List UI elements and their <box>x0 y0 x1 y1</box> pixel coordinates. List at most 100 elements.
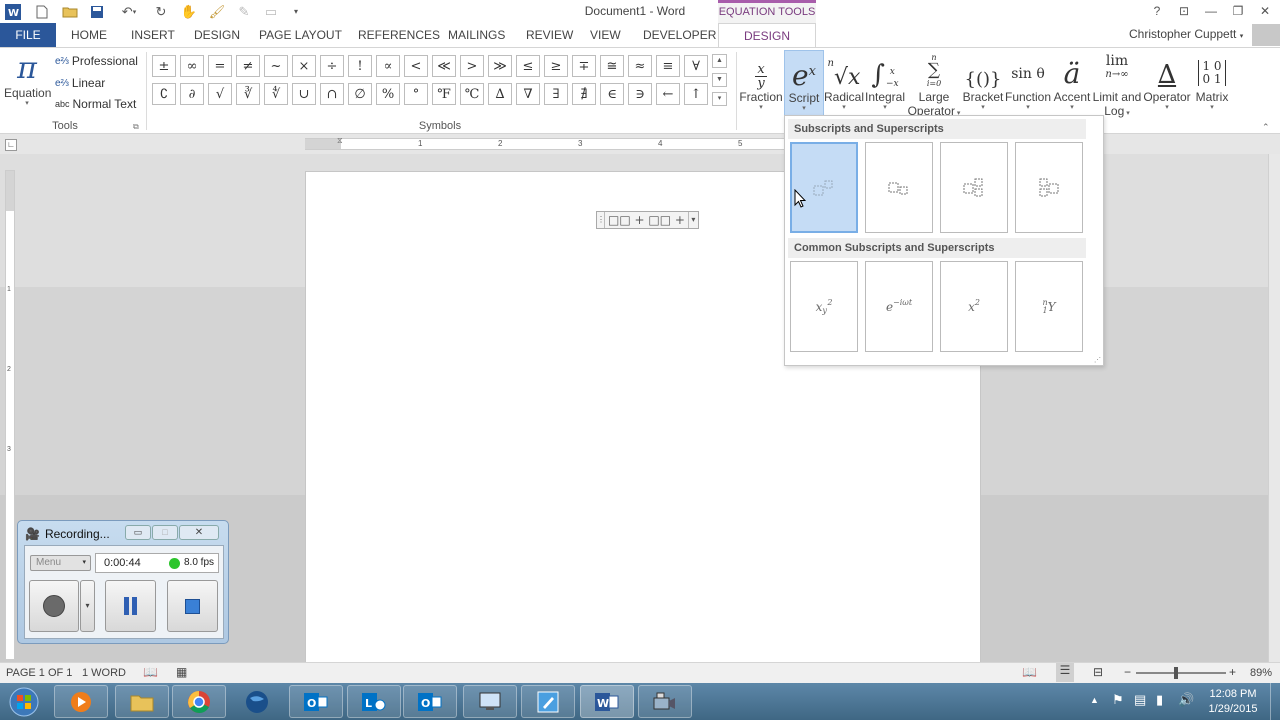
vertical-scrollbar[interactable] <box>1268 154 1280 662</box>
symbol-button[interactable]: ∋ <box>628 83 652 105</box>
format-painter-icon[interactable]: 🖌 <box>208 3 226 20</box>
restore-button[interactable]: ❐ <box>1226 2 1250 20</box>
gallery-item-left-subscript-superscript[interactable] <box>1015 142 1083 233</box>
symbol-button[interactable]: × <box>292 55 316 77</box>
recording-minimize-button[interactable]: ▭ <box>125 525 151 540</box>
macro-recording-icon[interactable]: ▦ <box>176 665 187 679</box>
symbol-button[interactable]: ≈ <box>628 55 652 77</box>
symbol-button[interactable]: ! <box>348 55 372 77</box>
user-account-name[interactable]: Christopher Cuppett ▾ <box>1129 27 1243 41</box>
vertical-ruler[interactable]: 1 2 3 <box>5 170 15 660</box>
symbol-button[interactable]: ≤ <box>516 55 540 77</box>
symbol-button[interactable]: ≡ <box>656 55 680 77</box>
symbol-button[interactable]: ↑ <box>684 83 708 105</box>
symbol-button[interactable]: √ <box>208 83 232 105</box>
tab-references[interactable]: REFERENCES <box>358 23 440 47</box>
gallery-item-superscript[interactable] <box>790 142 858 233</box>
tray-network-icon[interactable]: ▤ <box>1134 692 1146 708</box>
open-folder-icon[interactable] <box>61 3 79 20</box>
symbol-button[interactable]: ∆ <box>488 83 512 105</box>
symbol-button[interactable]: ≫ <box>488 55 512 77</box>
taskbar-media-player[interactable] <box>54 685 108 718</box>
recording-maximize-button[interactable]: □ <box>152 525 178 540</box>
gallery-item-x-sub-y-sup-2[interactable]: x2y <box>790 261 858 352</box>
bracket-button[interactable]: {()} Bracket ▾ <box>962 50 1004 112</box>
tab-insert[interactable]: INSERT <box>131 23 175 47</box>
page-count-status[interactable]: PAGE 1 OF 1 <box>6 667 72 679</box>
accent-button[interactable]: ä Accent ▾ <box>1052 50 1092 112</box>
symbol-button[interactable]: ∛ <box>236 83 260 105</box>
professional-button[interactable]: e⅔ Professional <box>55 54 138 68</box>
zoom-slider-thumb[interactable] <box>1173 667 1178 679</box>
symbol-button[interactable]: ∝ <box>376 55 400 77</box>
symbol-button[interactable]: ∃ <box>544 83 568 105</box>
recording-close-button[interactable]: ✕ <box>179 525 219 540</box>
gallery-item-subscript[interactable] <box>865 142 933 233</box>
taskbar-chrome[interactable] <box>172 685 226 718</box>
zoom-out-button[interactable]: − <box>1124 665 1131 679</box>
new-document-icon[interactable] <box>33 3 51 20</box>
tray-volume-icon[interactable]: 🔊 <box>1178 692 1194 708</box>
zoom-slider[interactable] <box>1136 667 1226 679</box>
dialog-launcher-icon[interactable]: ⧉ <box>133 122 139 132</box>
symbol-button[interactable]: ℉ <box>432 83 456 105</box>
symbol-button[interactable]: ∂ <box>180 83 204 105</box>
tab-mailings[interactable]: MAILINGS <box>448 23 505 47</box>
taskbar-globe-app[interactable] <box>230 685 284 718</box>
normal-text-button[interactable]: abc Normal Text <box>55 97 136 111</box>
integral-button[interactable]: ∫ x −x Integral ▾ <box>864 50 906 112</box>
symbol-button[interactable]: ≥ <box>544 55 568 77</box>
equation-button[interactable]: π Equation ▾ <box>4 50 51 108</box>
save-icon[interactable] <box>88 3 106 20</box>
symbol-button[interactable]: ∄ <box>572 83 596 105</box>
tab-file[interactable]: FILE <box>0 23 56 47</box>
tray-battery-icon[interactable]: ▮ <box>1156 692 1163 708</box>
symbol-button[interactable]: ° <box>404 83 428 105</box>
customize-toolbar-icon[interactable]: ▾ <box>287 3 305 20</box>
minimize-button[interactable]: — <box>1199 2 1223 20</box>
symbol-button[interactable]: ∪ <box>292 83 316 105</box>
symbol-button[interactable]: ∀ <box>684 55 708 77</box>
symbol-button[interactable]: ∜ <box>264 83 288 105</box>
record-button[interactable] <box>29 580 79 632</box>
pause-button[interactable] <box>105 580 156 632</box>
symbol-button[interactable]: ∅ <box>348 83 372 105</box>
gallery-item-subscript-superscript[interactable] <box>940 142 1008 233</box>
help-button[interactable]: ? <box>1145 2 1169 20</box>
symbol-button[interactable]: ← <box>656 83 680 105</box>
script-button[interactable]: ex Script ▾ <box>784 50 824 116</box>
taskbar-outlook-2[interactable]: O <box>403 685 457 718</box>
print-layout-icon[interactable]: ☰ <box>1056 663 1074 682</box>
symbol-button[interactable]: ± <box>152 55 176 77</box>
zoom-in-button[interactable]: + <box>1229 665 1236 679</box>
limit-and-log-button[interactable]: lim n→∞ Limit and Log ▾ <box>1092 50 1142 118</box>
close-button[interactable]: ✕ <box>1253 2 1277 20</box>
read-mode-icon[interactable]: 📖 <box>1022 665 1037 679</box>
symbol-button[interactable]: ∁ <box>152 83 176 105</box>
avatar[interactable] <box>1252 24 1280 46</box>
show-desktop-button[interactable] <box>1270 683 1280 720</box>
operator-button[interactable]: ∆ Operator ▾ <box>1142 50 1192 112</box>
equation-content[interactable]: □□ + □□ + <box>605 213 688 227</box>
word-count-status[interactable]: 1 WORD <box>82 667 126 679</box>
tab-page-layout[interactable]: PAGE LAYOUT <box>259 23 342 47</box>
stop-button[interactable] <box>167 580 218 632</box>
recording-menu-dropdown[interactable]: Menu ▾ <box>30 555 91 571</box>
recording-window[interactable]: 🎥 Recording... ▭ □ ✕ Menu ▾ 0:00:44 8.0 fp… <box>17 520 229 644</box>
symbol-button[interactable]: ∞ <box>180 55 204 77</box>
symbol-button[interactable]: = <box>208 55 232 77</box>
symbol-button[interactable]: ÷ <box>320 55 344 77</box>
taskbar-word[interactable]: W <box>580 685 634 718</box>
collapse-ribbon-icon[interactable]: ⌃ <box>1262 122 1270 133</box>
symbol-button[interactable]: % <box>376 83 400 105</box>
horizontal-ruler[interactable]: ⧖ 1 2 3 4 5 <box>305 136 785 150</box>
zoom-level[interactable]: 89% <box>1250 667 1272 679</box>
tab-selector-button[interactable]: ∟ <box>5 139 17 151</box>
touch-mode-icon[interactable]: ✋ <box>180 3 198 20</box>
taskbar-file-explorer[interactable] <box>115 685 169 718</box>
symbol-button[interactable]: ≠ <box>236 55 260 77</box>
gallery-item-prescript-y[interactable]: n1Y <box>1015 261 1083 352</box>
tab-design[interactable]: DESIGN <box>194 23 240 47</box>
symbol-button[interactable]: ∈ <box>600 83 624 105</box>
tab-equation-design[interactable]: DESIGN <box>718 23 816 48</box>
